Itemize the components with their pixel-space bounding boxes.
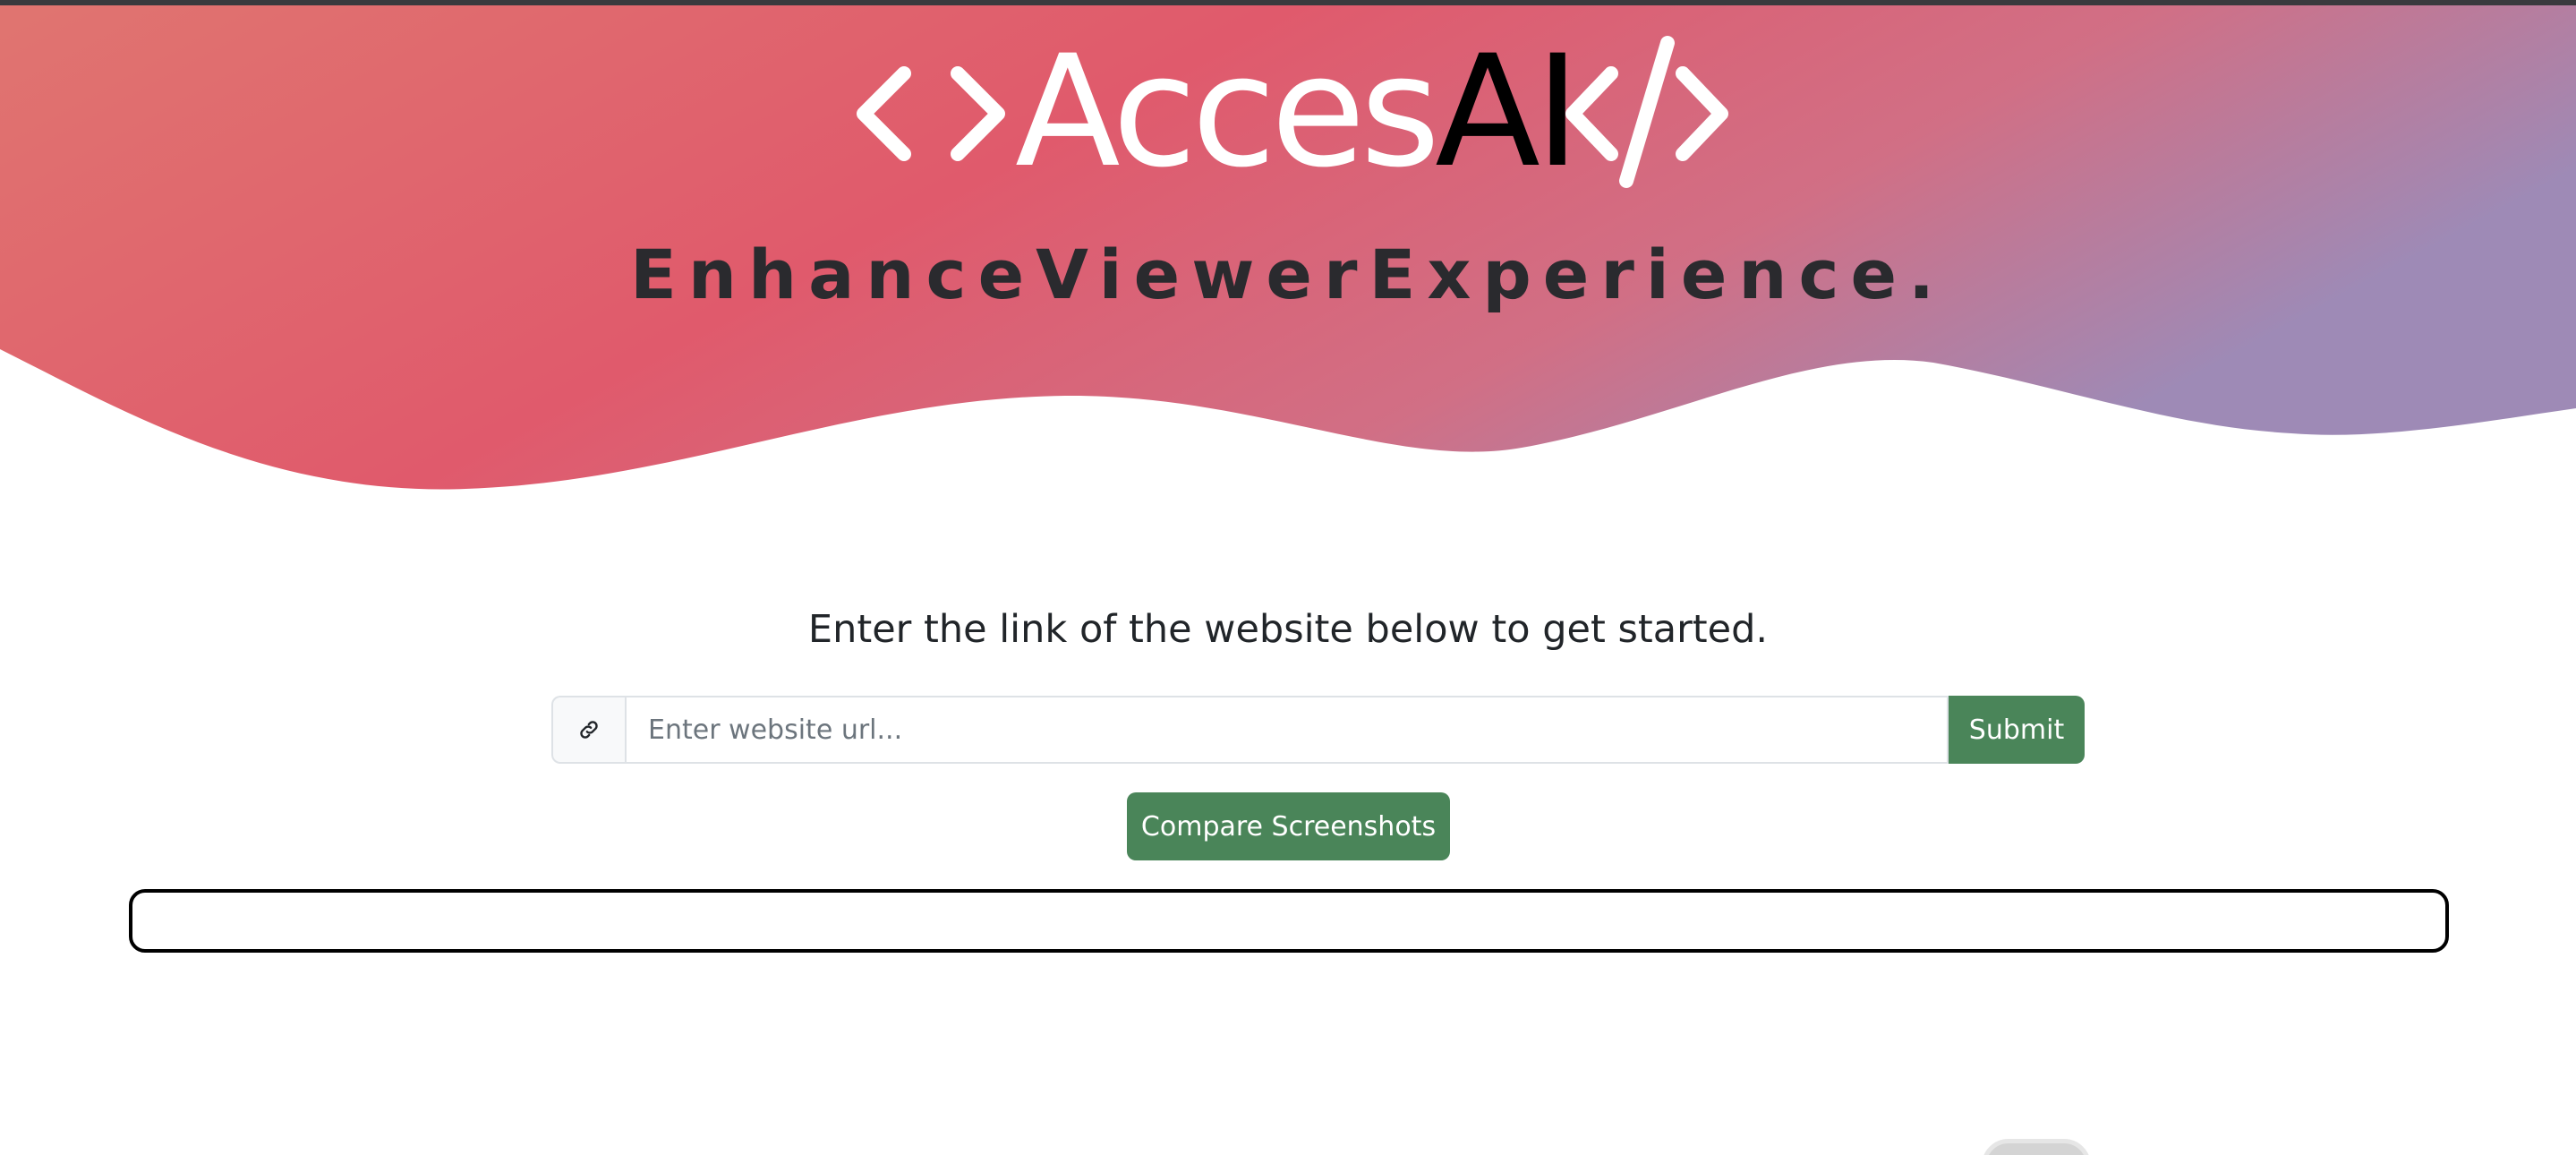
brand-name: AccesAI: [1015, 27, 1581, 197]
url-input-group: Submit: [551, 696, 2085, 764]
brand-name-accent: AI: [1435, 21, 1580, 201]
browser-top-edge: [0, 0, 2576, 5]
results-container: [129, 889, 2449, 953]
brand-logo: AccesAI: [0, 27, 2576, 197]
brand-name-main: Acces: [1015, 21, 1440, 201]
submit-button[interactable]: Submit: [1949, 696, 2085, 764]
code-slash-icon: [1565, 36, 1728, 188]
url-input[interactable]: [625, 696, 1949, 764]
compare-screenshots-button[interactable]: Compare Screenshots: [1127, 792, 1450, 860]
link-icon: [580, 721, 598, 739]
instruction-heading: Enter the link of the website below to g…: [807, 607, 1769, 652]
page: AccesAI EnhanceViewerExperience. Enter t…: [0, 0, 2576, 1155]
code-brackets-icon: [857, 66, 1005, 161]
tagline: EnhanceViewerExperience.: [630, 235, 1946, 314]
floating-widget-button[interactable]: [1982, 1139, 2091, 1155]
url-input-addon: [551, 696, 625, 764]
